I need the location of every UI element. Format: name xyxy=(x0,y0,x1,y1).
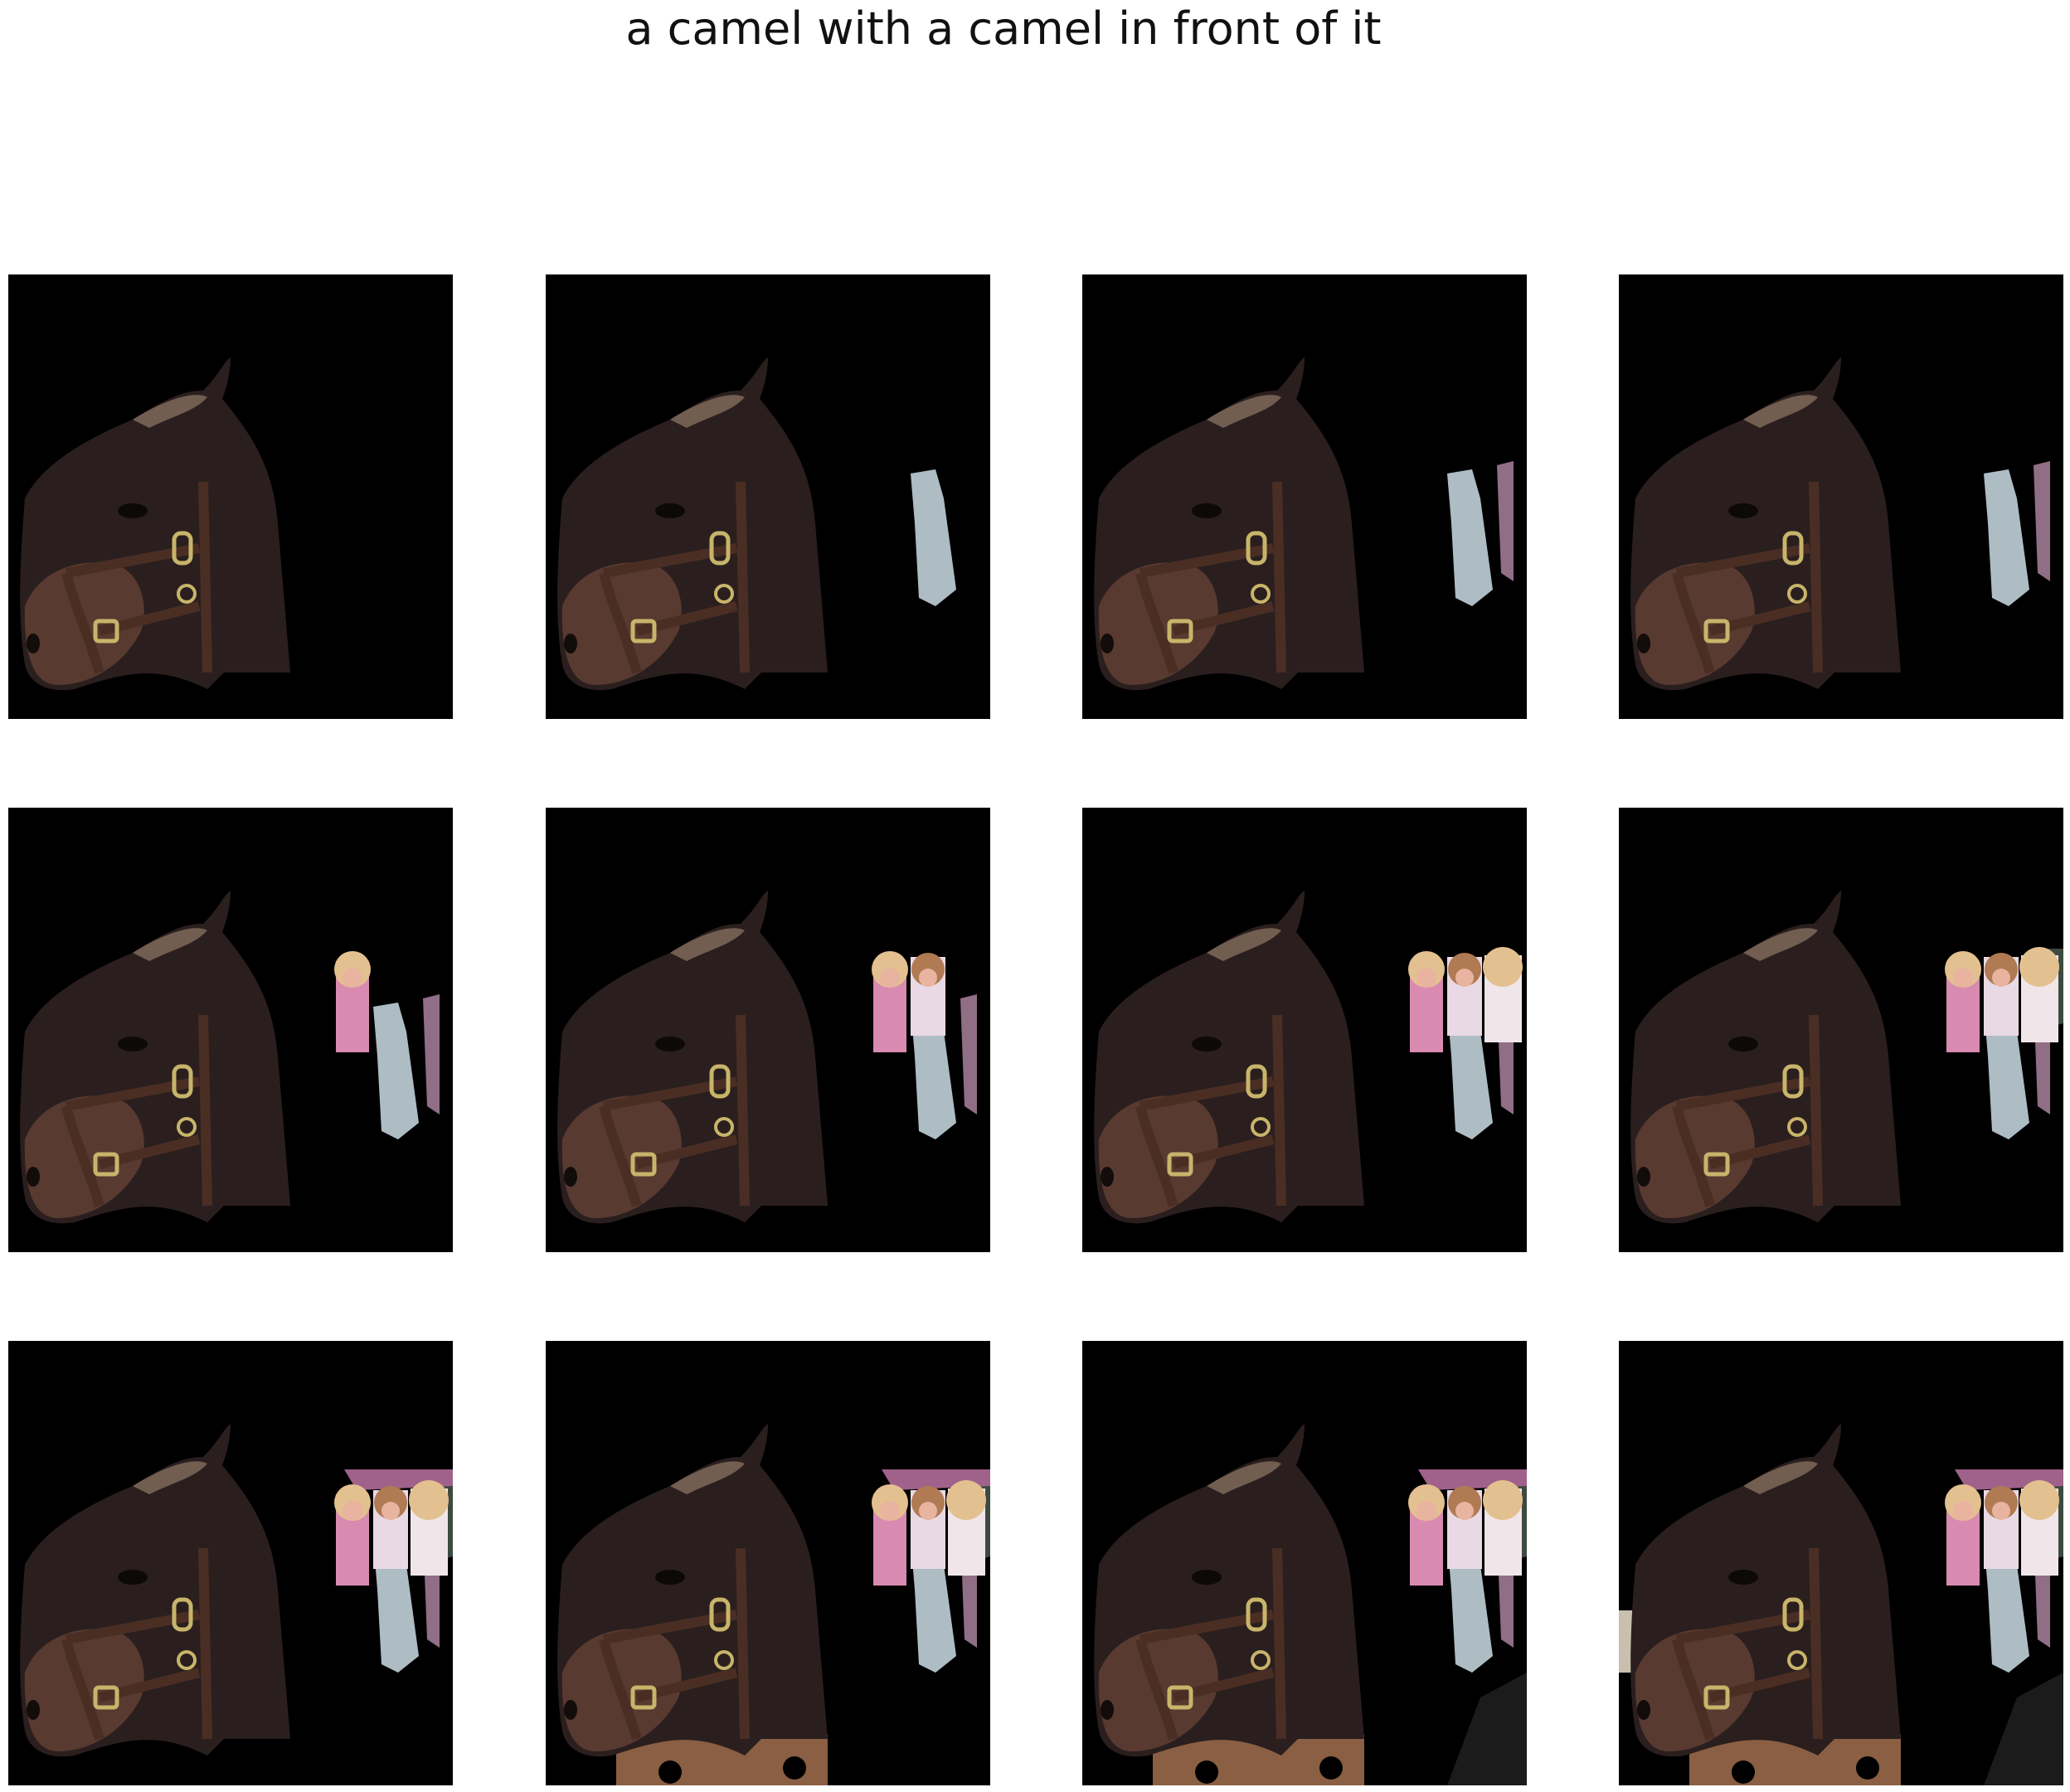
girl-cutout-1 xyxy=(1945,1484,1981,1586)
person-cutout-1 xyxy=(373,1003,419,1139)
girl-cutout-2 xyxy=(911,953,945,1036)
person-cutout-1 xyxy=(1447,469,1493,606)
generated-image-r3-c2 xyxy=(546,1341,990,1785)
horse-head xyxy=(557,1424,828,1757)
girl-cutout-1 xyxy=(334,1484,371,1586)
horse-head xyxy=(1094,1424,1364,1757)
dark-cutout-2 xyxy=(1447,1673,1527,1785)
girl-cutout-1 xyxy=(1408,951,1445,1052)
girl-cutout-2 xyxy=(1447,1486,1482,1569)
panel-art xyxy=(1630,357,2050,691)
person-cutout-2 xyxy=(960,994,977,1115)
generated-image-r2-c3 xyxy=(1082,808,1527,1252)
girl-cutout-3 xyxy=(2019,1480,2059,1576)
girl-cutout-3 xyxy=(1483,1480,1523,1576)
horse-head xyxy=(20,891,290,1224)
panel-art xyxy=(1630,891,2063,1224)
panel-art xyxy=(557,357,956,691)
generated-image-r1-c1 xyxy=(8,274,453,719)
figure-title: a camel with a camel in front of it xyxy=(625,2,1382,55)
generated-image-r2-c2 xyxy=(546,808,990,1252)
girl-cutout-3 xyxy=(409,1480,449,1576)
generated-image-r2-c1 xyxy=(8,808,453,1252)
girl-cutout-2 xyxy=(1984,953,2019,1036)
person-cutout-2 xyxy=(2034,461,2050,581)
dark-cutout-2 xyxy=(1984,1673,2063,1785)
generated-image-r3-c4 xyxy=(1619,1341,2063,1785)
panel-art xyxy=(557,891,977,1224)
horse-head xyxy=(1630,1424,1901,1757)
girl-cutout-3 xyxy=(946,1480,986,1576)
person-cutout-1 xyxy=(1984,469,2029,606)
person-cutout-2 xyxy=(423,994,440,1115)
panel-art xyxy=(1094,1424,1527,1785)
girl-cutout-3 xyxy=(2019,947,2059,1042)
person-cutout-1 xyxy=(911,469,956,606)
horse-head xyxy=(557,357,828,691)
girl-cutout-1 xyxy=(1408,1484,1445,1586)
generated-image-r2-c4 xyxy=(1619,808,2063,1252)
girl-cutout-1 xyxy=(1945,951,1981,1052)
girl-cutout-3 xyxy=(1483,947,1523,1042)
panel-art xyxy=(20,1424,453,1757)
horse-head xyxy=(1094,891,1364,1224)
generated-image-r3-c1 xyxy=(8,1341,453,1785)
generated-image-r3-c3 xyxy=(1082,1341,1527,1785)
horse-head xyxy=(20,1424,290,1757)
panel-art xyxy=(557,1424,990,1785)
horse-head xyxy=(20,357,290,691)
panel-art xyxy=(20,891,440,1224)
panel-art xyxy=(20,357,290,691)
girl-cutout-1 xyxy=(872,951,908,1052)
horse-head xyxy=(1094,357,1364,691)
girl-cutout-2 xyxy=(911,1486,945,1569)
girl-cutout-2 xyxy=(1447,953,1482,1036)
horse-head xyxy=(1630,891,1901,1224)
panel-art xyxy=(1094,891,1523,1224)
girl-cutout-1 xyxy=(872,1484,908,1586)
horse-head xyxy=(1630,357,1901,691)
generated-image-r1-c4 xyxy=(1619,274,2063,719)
girl-cutout-2 xyxy=(1984,1486,2019,1569)
generated-image-r1-c2 xyxy=(546,274,990,719)
generated-image-r1-c3 xyxy=(1082,274,1527,719)
girl-cutout-2 xyxy=(373,1486,408,1569)
girl-cutout-1 xyxy=(334,951,371,1052)
horse-head xyxy=(557,891,828,1224)
panel-art xyxy=(1619,1424,2063,1785)
panel-art xyxy=(1094,357,1514,691)
person-cutout-2 xyxy=(1497,461,1514,581)
